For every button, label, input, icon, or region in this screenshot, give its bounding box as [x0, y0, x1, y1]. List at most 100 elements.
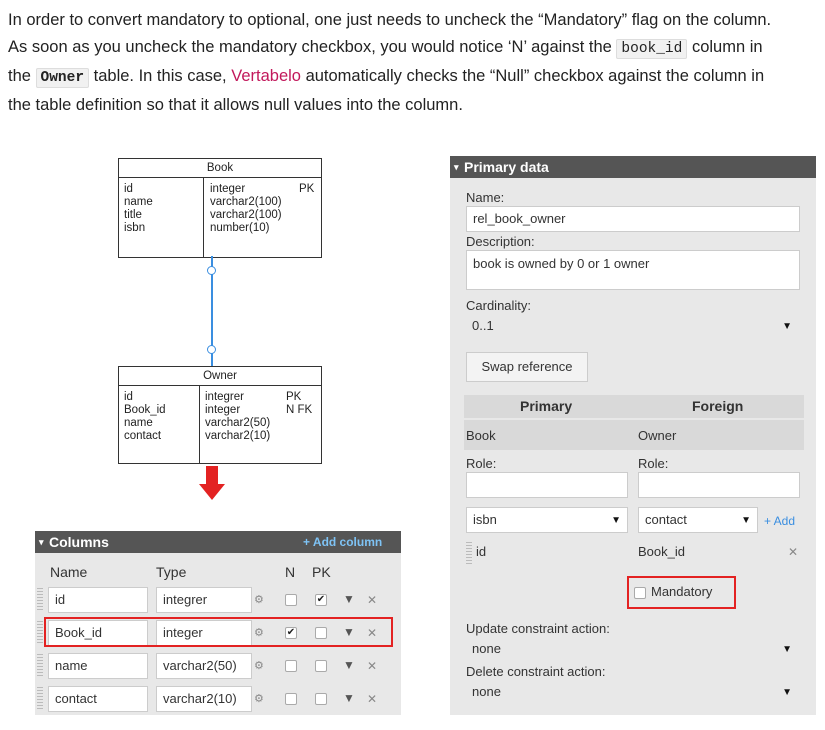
- foreign-header: Foreign: [692, 398, 744, 414]
- relationship-end-circle-bottom: [207, 345, 216, 354]
- pk-checkbox[interactable]: [315, 693, 327, 705]
- pk-checkbox[interactable]: [315, 660, 327, 672]
- drag-handle[interactable]: [37, 654, 43, 678]
- update-action-select[interactable]: none ▼: [466, 637, 800, 661]
- book-table-title: Book: [119, 159, 321, 178]
- col-header-null: N: [285, 564, 296, 580]
- columns-panel-header[interactable]: ▾ Columns + Add column: [35, 531, 401, 553]
- chevron-down-icon: ▼: [741, 515, 751, 526]
- add-column-button[interactable]: + Add column: [303, 531, 382, 553]
- foreign-column-select[interactable]: contact ▼: [638, 507, 758, 533]
- intro-text-6: automatically checks the “Null” checkbox…: [305, 67, 765, 85]
- columns-panel: ▾ Columns + Add column Name Type N PK id…: [35, 531, 401, 715]
- mandatory-label: Mandatory: [651, 584, 713, 599]
- column-name-field[interactable]: id: [48, 587, 148, 613]
- inline-code-owner: Owner: [35, 68, 90, 88]
- close-icon[interactable]: ✕: [367, 593, 377, 607]
- chevron-down-icon: ▼: [782, 644, 792, 655]
- owner-col-types: integrer integer varchar2(50) varchar2(1…: [205, 391, 271, 442]
- intro-text-7: the table definition so that it allows n…: [8, 96, 463, 114]
- book-col-id: id: [124, 183, 133, 195]
- column-row: name varchar2(50) ⚙ ▼ ✕: [35, 652, 401, 680]
- swap-reference-button[interactable]: Swap reference: [466, 352, 588, 382]
- relationship-name-field[interactable]: rel_book_owner: [466, 206, 800, 232]
- column-row: id integrer ⚙ ✔ ▼ ✕: [35, 586, 401, 614]
- primary-header: Primary: [520, 398, 573, 414]
- primary-data-header[interactable]: ▾ Primary data: [450, 156, 816, 178]
- owner-table[interactable]: Owner id Book_id name contact integrer i…: [118, 366, 322, 464]
- owner-col-keys: PK N FK: [286, 391, 313, 416]
- foreign-role-label: Role:: [638, 456, 669, 471]
- foreign-role-field[interactable]: [638, 472, 800, 498]
- intro-text-2: As soon as you uncheck the mandatory che…: [8, 38, 612, 56]
- caret-down-icon: ▾: [39, 537, 44, 547]
- column-name-field[interactable]: contact: [48, 686, 148, 712]
- mandatory-checkbox[interactable]: [634, 587, 646, 599]
- drag-handle[interactable]: [37, 588, 43, 612]
- intro-text-5: table. In this case,: [93, 67, 227, 85]
- drag-handle[interactable]: [37, 687, 43, 711]
- drag-handle[interactable]: [466, 542, 472, 566]
- chevron-down-icon: ▼: [782, 687, 792, 698]
- chevron-down-icon[interactable]: ▼: [343, 691, 355, 705]
- book-table[interactable]: Book id name title isbn integer varchar2…: [118, 158, 322, 258]
- col-header-type: Type: [156, 564, 187, 580]
- column-type-field[interactable]: varchar2(10): [156, 686, 252, 712]
- book-col-types: integer varchar2(100) varchar2(100) numb…: [210, 183, 282, 234]
- close-icon[interactable]: ✕: [367, 659, 377, 673]
- intro-paragraph: In order to convert mandatory to optiona…: [8, 7, 818, 119]
- primary-role-label: Role:: [466, 456, 497, 471]
- close-icon[interactable]: ✕: [788, 545, 798, 559]
- chevron-down-icon[interactable]: ▼: [343, 592, 355, 606]
- book-col-keys: PK: [299, 183, 315, 195]
- book-col-isbn: isbn: [124, 222, 146, 234]
- chevron-down-icon[interactable]: ▼: [343, 658, 355, 672]
- close-icon[interactable]: ✕: [367, 692, 377, 706]
- primary-data-title: Primary data: [464, 159, 549, 175]
- columns-title: Columns: [49, 534, 109, 550]
- intro-text-1: In order to convert mandatory to optiona…: [8, 11, 772, 29]
- null-checkbox[interactable]: [285, 594, 297, 606]
- description-field[interactable]: book is owned by 0 or 1 owner: [466, 250, 800, 290]
- book-col-names: id name title isbn: [124, 183, 153, 235]
- gear-icon[interactable]: ⚙: [254, 659, 264, 672]
- col-header-name: Name: [50, 564, 88, 580]
- null-checkbox[interactable]: [285, 693, 297, 705]
- reference-header-row: Primary Foreign: [464, 395, 804, 418]
- pair-foreign-column: Book_id: [638, 544, 685, 559]
- inline-code-book-id: book_id: [616, 39, 688, 59]
- description-label: Description:: [466, 234, 535, 249]
- update-action-label: Update constraint action:: [466, 621, 610, 636]
- drag-handle[interactable]: [37, 621, 43, 645]
- delete-action-select[interactable]: none ▼: [466, 680, 800, 704]
- add-column-pair-button[interactable]: + Add: [764, 514, 795, 528]
- primary-table-name: Book: [466, 428, 496, 443]
- column-type-field[interactable]: integrer: [156, 587, 252, 613]
- owner-col-names: id Book_id name contact: [124, 391, 166, 442]
- column-row: contact varchar2(10) ⚙ ▼ ✕: [35, 685, 401, 713]
- owner-table-title: Owner: [119, 367, 321, 386]
- gear-icon[interactable]: ⚙: [254, 692, 264, 705]
- cardinality-select[interactable]: 0..1 ▼: [466, 314, 800, 340]
- intro-text-3: column in: [691, 38, 763, 56]
- primary-data-panel: ▾ Primary data Name: rel_book_owner Desc…: [450, 156, 816, 715]
- delete-action-label: Delete constraint action:: [466, 664, 606, 679]
- relationship-end-circle-top: [207, 266, 216, 275]
- cardinality-label: Cardinality:: [466, 298, 532, 313]
- gear-icon[interactable]: ⚙: [254, 593, 264, 606]
- reference-tables-row: Book Owner: [464, 420, 804, 450]
- book-col-title: title: [124, 209, 142, 221]
- col-header-pk: PK: [312, 564, 331, 580]
- chevron-down-icon: ▼: [782, 321, 792, 332]
- null-checkbox[interactable]: [285, 660, 297, 672]
- primary-role-field[interactable]: [466, 472, 628, 498]
- pair-primary-column: id: [476, 544, 487, 559]
- vertabelo-link[interactable]: Vertabelo: [231, 67, 301, 85]
- column-type-field[interactable]: varchar2(50): [156, 653, 252, 679]
- book-col-name: name: [124, 196, 153, 208]
- column-name-field[interactable]: name: [48, 653, 148, 679]
- foreign-table-name: Owner: [638, 428, 677, 443]
- pk-checkbox[interactable]: ✔: [315, 594, 327, 606]
- primary-column-select[interactable]: isbn ▼: [466, 507, 628, 533]
- book-id-row-highlight: [44, 617, 393, 647]
